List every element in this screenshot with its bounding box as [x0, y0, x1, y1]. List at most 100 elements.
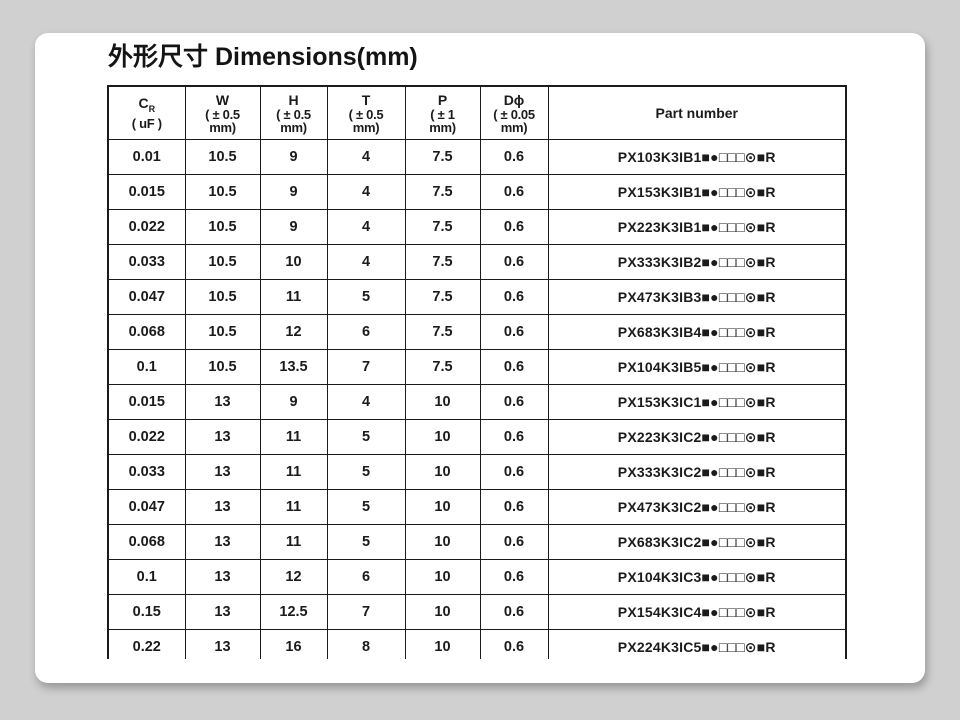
- table-row: 0.2213168100.6PX224K3IC5■●□□□⊙■R: [108, 630, 846, 660]
- cell-t: 5: [327, 455, 405, 490]
- cell-h: 9: [260, 210, 327, 245]
- cell-w: 10.5: [185, 280, 260, 315]
- cell-part: PX104K3IC3■●□□□⊙■R: [548, 560, 846, 595]
- cell-d: 0.6: [480, 560, 548, 595]
- table-row: 0.110.513.577.50.6PX104K3IB5■●□□□⊙■R: [108, 350, 846, 385]
- cell-cr: 0.1: [108, 560, 185, 595]
- cell-h: 13.5: [260, 350, 327, 385]
- cell-h: 11: [260, 420, 327, 455]
- cell-h: 11: [260, 490, 327, 525]
- cell-part: PX473K3IC2■●□□□⊙■R: [548, 490, 846, 525]
- cell-h: 12: [260, 315, 327, 350]
- cell-p: 10: [405, 630, 480, 660]
- slide: 外形尺寸 Dimensions(mm) CR( uF )W( ± 0.5mm)H…: [35, 33, 925, 683]
- column-header-part: Part number: [548, 86, 846, 140]
- cell-part: PX333K3IC2■●□□□⊙■R: [548, 455, 846, 490]
- cell-part: PX104K3IB5■●□□□⊙■R: [548, 350, 846, 385]
- cell-part: PX103K3IB1■●□□□⊙■R: [548, 140, 846, 175]
- column-header-tolerance: ( ± 0.5: [186, 108, 260, 121]
- cell-p: 10: [405, 420, 480, 455]
- cell-d: 0.6: [480, 280, 548, 315]
- table-head: CR( uF )W( ± 0.5mm)H( ± 0.5mm)T( ± 0.5mm…: [108, 86, 846, 140]
- cell-h: 11: [260, 455, 327, 490]
- cell-h: 9: [260, 140, 327, 175]
- cell-cr: 0.047: [108, 490, 185, 525]
- table-header-row: CR( uF )W( ± 0.5mm)H( ± 0.5mm)T( ± 0.5mm…: [108, 86, 846, 140]
- table-row: 0.0151394100.6PX153K3IC1■●□□□⊙■R: [108, 385, 846, 420]
- cell-h: 11: [260, 525, 327, 560]
- table-row: 0.02213115100.6PX223K3IC2■●□□□⊙■R: [108, 420, 846, 455]
- cell-t: 5: [327, 525, 405, 560]
- cell-t: 4: [327, 385, 405, 420]
- dimensions-table-container: CR( uF )W( ± 0.5mm)H( ± 0.5mm)T( ± 0.5mm…: [107, 85, 851, 659]
- cell-d: 0.6: [480, 630, 548, 660]
- cell-p: 10: [405, 490, 480, 525]
- cell-p: 10: [405, 455, 480, 490]
- column-header-tolerance: ( ± 0.5: [261, 108, 327, 121]
- cell-w: 13: [185, 490, 260, 525]
- cell-t: 6: [327, 560, 405, 595]
- column-header-label: W: [186, 93, 260, 108]
- cell-d: 0.6: [480, 455, 548, 490]
- cell-h: 9: [260, 175, 327, 210]
- cell-part: PX223K3IC2■●□□□⊙■R: [548, 420, 846, 455]
- cell-p: 7.5: [405, 140, 480, 175]
- cell-w: 13: [185, 420, 260, 455]
- column-header-label: H: [261, 93, 327, 108]
- column-header-h: H( ± 0.5mm): [260, 86, 327, 140]
- table-row: 0.06810.51267.50.6PX683K3IB4■●□□□⊙■R: [108, 315, 846, 350]
- cell-part: PX153K3IB1■●□□□⊙■R: [548, 175, 846, 210]
- cell-d: 0.6: [480, 350, 548, 385]
- table-row: 0.04713115100.6PX473K3IC2■●□□□⊙■R: [108, 490, 846, 525]
- column-header-subscript: R: [149, 104, 156, 114]
- dimensions-table: CR( uF )W( ± 0.5mm)H( ± 0.5mm)T( ± 0.5mm…: [107, 85, 847, 659]
- column-header-t: T( ± 0.5mm): [327, 86, 405, 140]
- cell-part: PX473K3IB3■●□□□⊙■R: [548, 280, 846, 315]
- cell-d: 0.6: [480, 385, 548, 420]
- cell-p: 10: [405, 560, 480, 595]
- cell-cr: 0.015: [108, 175, 185, 210]
- cell-t: 5: [327, 490, 405, 525]
- column-header-label: Part number: [549, 106, 846, 121]
- cell-cr: 0.068: [108, 315, 185, 350]
- column-header-tolerance: ( ± 1: [406, 108, 480, 121]
- cell-p: 7.5: [405, 245, 480, 280]
- column-header-tolerance: ( ± 0.05: [481, 108, 548, 121]
- cell-cr: 0.033: [108, 455, 185, 490]
- cell-t: 4: [327, 245, 405, 280]
- cell-w: 10.5: [185, 315, 260, 350]
- cell-cr: 0.022: [108, 420, 185, 455]
- column-header-tolerance: mm): [186, 121, 260, 134]
- cell-cr: 0.015: [108, 385, 185, 420]
- cell-t: 7: [327, 350, 405, 385]
- cell-part: PX683K3IC2■●□□□⊙■R: [548, 525, 846, 560]
- cell-w: 10.5: [185, 245, 260, 280]
- cell-cr: 0.1: [108, 350, 185, 385]
- cell-t: 5: [327, 280, 405, 315]
- cell-t: 8: [327, 630, 405, 660]
- cell-d: 0.6: [480, 140, 548, 175]
- cell-d: 0.6: [480, 490, 548, 525]
- cell-t: 7: [327, 595, 405, 630]
- cell-part: PX154K3IC4■●□□□⊙■R: [548, 595, 846, 630]
- column-header-tolerance: ( uF ): [109, 117, 185, 130]
- cell-d: 0.6: [480, 210, 548, 245]
- cell-w: 13: [185, 560, 260, 595]
- cell-cr: 0.15: [108, 595, 185, 630]
- cell-cr: 0.01: [108, 140, 185, 175]
- cell-w: 13: [185, 525, 260, 560]
- column-header-tolerance: mm): [406, 121, 480, 134]
- column-header-w: W( ± 0.5mm): [185, 86, 260, 140]
- table-body: 0.0110.5947.50.6PX103K3IB1■●□□□⊙■R0.0151…: [108, 140, 846, 660]
- cell-p: 10: [405, 595, 480, 630]
- cell-p: 7.5: [405, 350, 480, 385]
- cell-p: 7.5: [405, 210, 480, 245]
- column-header-tolerance: mm): [481, 121, 548, 134]
- cell-t: 4: [327, 210, 405, 245]
- cell-cr: 0.22: [108, 630, 185, 660]
- column-header-label: Dϕ: [481, 93, 548, 108]
- cell-w: 13: [185, 385, 260, 420]
- cell-t: 5: [327, 420, 405, 455]
- cell-part: PX683K3IB4■●□□□⊙■R: [548, 315, 846, 350]
- cell-p: 7.5: [405, 315, 480, 350]
